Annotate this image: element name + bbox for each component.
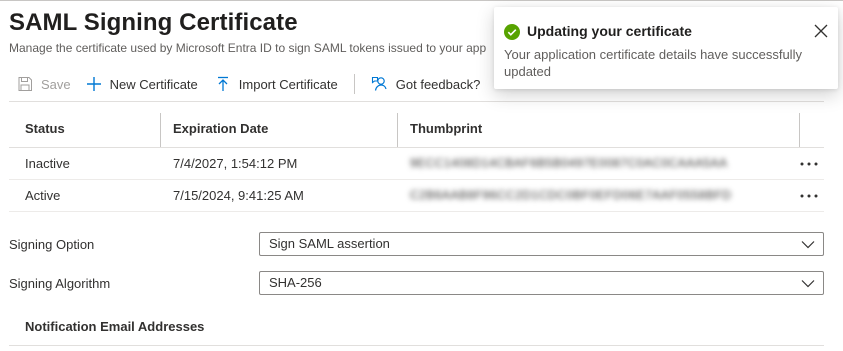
table-header: Status Expiration Date Thumbprint [9,111,824,148]
notification-toast: Updating your certificate Your applicati… [494,7,838,89]
thumbprint-cell: 9ECC1408D14CBAF6B5B0497E0087C0AC0CAAA5AA [410,156,728,170]
toolbar-divider [9,101,824,102]
feedback-button[interactable]: Got feedback? [371,72,481,96]
column-header-thumbprint[interactable]: Thumbprint [410,111,482,147]
save-icon [16,75,34,93]
expiration-cell: 7/4/2027, 1:54:12 PM [173,156,298,171]
signing-option-value: Sign SAML assertion [269,236,390,251]
toolbar-separator [353,74,355,94]
column-separator [160,113,161,147]
column-header-expiration-date[interactable]: Expiration Date [173,111,268,147]
toast-message: Your application certificate details hav… [504,47,802,79]
chevron-down-icon [801,280,815,288]
feedback-icon [371,75,389,93]
upload-icon [214,75,232,93]
success-check-icon [504,24,520,40]
table-row: Active 7/15/2024, 9:41:25 AM C2B6AAB8F96… [9,180,824,212]
chevron-down-icon [801,241,815,249]
column-separator [799,113,800,147]
toast-title: Updating your certificate [527,23,692,39]
more-options-button[interactable] [798,148,820,179]
import-certificate-label: Import Certificate [238,76,338,92]
top-border [0,0,843,1]
column-header-status[interactable]: Status [25,111,65,147]
close-icon[interactable] [813,23,829,39]
signing-algorithm-dropdown[interactable]: SHA-256 [259,271,824,295]
save-label: Save [41,76,71,92]
signing-algorithm-value: SHA-256 [269,275,322,290]
page-title: SAML Signing Certificate [9,9,298,36]
feedback-label: Got feedback? [395,76,481,92]
expiration-cell: 7/15/2024, 9:41:25 AM [173,188,304,203]
certificates-table: Status Expiration Date Thumbprint Inacti… [9,111,824,212]
section-divider [9,345,824,346]
signing-option-label: Signing Option [9,237,95,252]
page-subtitle: Manage the certificate used by Microsoft… [9,41,487,55]
command-bar: Save New Certificate Import Certificate … [16,72,480,96]
notification-email-section-title: Notification Email Addresses [25,319,205,334]
more-options-button[interactable] [798,180,820,211]
table-row: Inactive 7/4/2027, 1:54:12 PM 9ECC1408D1… [9,148,824,180]
import-certificate-button[interactable]: Import Certificate [214,72,338,96]
save-button[interactable]: Save [16,72,71,96]
signing-algorithm-label: Signing Algorithm [9,276,111,291]
status-cell: Active [25,188,61,203]
signing-option-dropdown[interactable]: Sign SAML assertion [259,232,824,256]
more-icon [800,194,818,197]
new-certificate-label: New Certificate [109,76,198,92]
column-separator [397,113,398,147]
thumbprint-cell: C2B6AAB8F96CC2D1CDC0BF0EFD06E7AAF0558BFD [410,188,732,202]
new-certificate-button[interactable]: New Certificate [85,72,198,96]
plus-icon [85,75,103,93]
more-icon [800,162,818,165]
status-cell: Inactive [25,156,70,171]
